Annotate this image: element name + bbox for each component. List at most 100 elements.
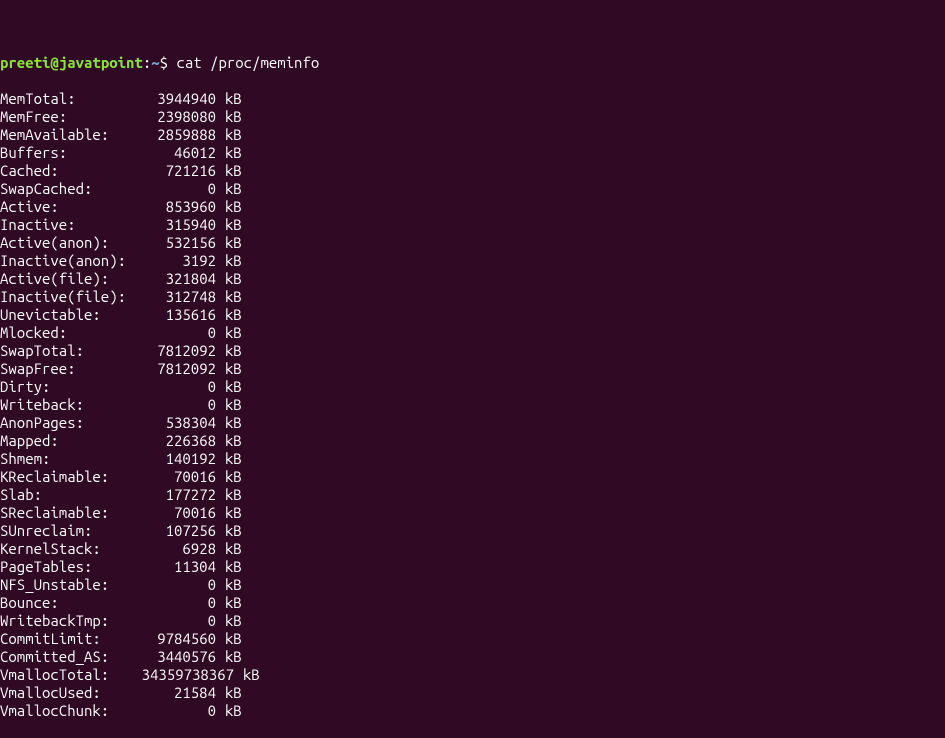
meminfo-row: KReclaimable:70016kB (0, 468, 945, 486)
meminfo-value: 0 (135, 576, 216, 594)
meminfo-label: MemTotal: (0, 90, 135, 108)
meminfo-row: SwapCached:0kB (0, 180, 945, 198)
meminfo-value: 226368 (135, 432, 216, 450)
meminfo-row: NFS_Unstable:0kB (0, 576, 945, 594)
meminfo-label: Active: (0, 198, 135, 216)
meminfo-label: Committed_AS: (0, 648, 135, 666)
meminfo-unit: kB (216, 414, 242, 432)
meminfo-row: Buffers:46012kB (0, 144, 945, 162)
meminfo-label: Inactive: (0, 216, 135, 234)
meminfo-value: 3192 (135, 252, 216, 270)
meminfo-row: MemFree:2398080kB (0, 108, 945, 126)
meminfo-row: Unevictable:135616kB (0, 306, 945, 324)
meminfo-unit: kB (216, 630, 242, 648)
meminfo-value: 0 (135, 324, 216, 342)
meminfo-label: Active(anon): (0, 234, 135, 252)
meminfo-value: 70016 (135, 504, 216, 522)
meminfo-label: MemFree: (0, 108, 135, 126)
meminfo-unit: kB (216, 684, 242, 702)
meminfo-unit: kB (216, 216, 242, 234)
meminfo-unit: kB (216, 360, 242, 378)
meminfo-unit: kB (216, 432, 242, 450)
meminfo-value: 7812092 (135, 360, 216, 378)
meminfo-row: VmallocTotal:34359738367kB (0, 666, 945, 684)
meminfo-label: Unevictable: (0, 306, 135, 324)
meminfo-output: MemTotal:3944940kBMemFree:2398080kBMemAv… (0, 90, 945, 720)
meminfo-unit: kB (216, 486, 242, 504)
prompt-colon: : (143, 54, 151, 71)
meminfo-unit: kB (216, 270, 242, 288)
meminfo-unit: kB (216, 504, 242, 522)
meminfo-unit: kB (216, 378, 242, 396)
meminfo-label: Writeback: (0, 396, 135, 414)
meminfo-unit: kB (216, 108, 242, 126)
meminfo-row: Cached:721216kB (0, 162, 945, 180)
meminfo-row: KernelStack:6928kB (0, 540, 945, 558)
meminfo-label: SReclaimable: (0, 504, 135, 522)
meminfo-unit: kB (216, 540, 242, 558)
meminfo-label: Mlocked: (0, 324, 135, 342)
meminfo-label: SwapCached: (0, 180, 135, 198)
meminfo-unit: kB (216, 396, 242, 414)
meminfo-label: WritebackTmp: (0, 612, 135, 630)
meminfo-value: 321804 (135, 270, 216, 288)
meminfo-value: 140192 (135, 450, 216, 468)
meminfo-label: VmallocUsed: (0, 684, 135, 702)
meminfo-value: 21584 (135, 684, 216, 702)
meminfo-value: 853960 (135, 198, 216, 216)
meminfo-value: 0 (135, 612, 216, 630)
meminfo-unit: kB (216, 342, 242, 360)
meminfo-unit: kB (216, 252, 242, 270)
meminfo-unit: kB (216, 702, 242, 720)
meminfo-unit: kB (216, 162, 242, 180)
meminfo-unit: kB (216, 648, 242, 666)
meminfo-value: 135616 (135, 306, 216, 324)
prompt-at: @ (50, 54, 58, 71)
meminfo-unit: kB (216, 126, 242, 144)
meminfo-value: 7812092 (135, 342, 216, 360)
meminfo-row: Shmem:140192kB (0, 450, 945, 468)
meminfo-label: Inactive(anon): (0, 252, 135, 270)
meminfo-row: PageTables:11304kB (0, 558, 945, 576)
meminfo-row: SwapFree:7812092kB (0, 360, 945, 378)
meminfo-row: MemTotal:3944940kB (0, 90, 945, 108)
meminfo-unit: kB (216, 90, 242, 108)
meminfo-value: 538304 (135, 414, 216, 432)
meminfo-row: VmallocChunk:0kB (0, 702, 945, 720)
terminal-output[interactable]: preeti@javatpoint:~$ cat /proc/meminfo M… (0, 0, 945, 738)
meminfo-row: Inactive(anon):3192kB (0, 252, 945, 270)
meminfo-unit: kB (216, 306, 242, 324)
meminfo-row: MemAvailable:2859888kB (0, 126, 945, 144)
meminfo-row: Writeback:0kB (0, 396, 945, 414)
meminfo-row: Bounce:0kB (0, 594, 945, 612)
meminfo-unit: kB (216, 450, 242, 468)
prompt-path: ~ (151, 54, 159, 71)
meminfo-row: SUnreclaim:107256kB (0, 522, 945, 540)
meminfo-row: VmallocUsed:21584kB (0, 684, 945, 702)
meminfo-value: 2859888 (135, 126, 216, 144)
meminfo-label: Mapped: (0, 432, 135, 450)
meminfo-row: WritebackTmp:0kB (0, 612, 945, 630)
meminfo-label: Active(file): (0, 270, 135, 288)
meminfo-label: SwapTotal: (0, 342, 135, 360)
meminfo-label: AnonPages: (0, 414, 135, 432)
meminfo-label: Inactive(file): (0, 288, 135, 306)
meminfo-label: VmallocTotal: (0, 666, 135, 684)
meminfo-value: 0 (135, 396, 216, 414)
meminfo-row: Dirty:0kB (0, 378, 945, 396)
meminfo-label: NFS_Unstable: (0, 576, 135, 594)
meminfo-label: Buffers: (0, 144, 135, 162)
meminfo-value: 177272 (135, 486, 216, 504)
meminfo-row: Mapped:226368kB (0, 432, 945, 450)
prompt-host: javatpoint (59, 54, 143, 71)
meminfo-label: Cached: (0, 162, 135, 180)
meminfo-value: 0 (135, 180, 216, 198)
meminfo-row: CommitLimit:9784560kB (0, 630, 945, 648)
meminfo-label: Dirty: (0, 378, 135, 396)
meminfo-unit: kB (216, 288, 242, 306)
previous-output-fragment (0, 18, 945, 36)
meminfo-row: Active(file):321804kB (0, 270, 945, 288)
meminfo-label: Bounce: (0, 594, 135, 612)
meminfo-row: Inactive(file):312748kB (0, 288, 945, 306)
meminfo-value: 46012 (135, 144, 216, 162)
